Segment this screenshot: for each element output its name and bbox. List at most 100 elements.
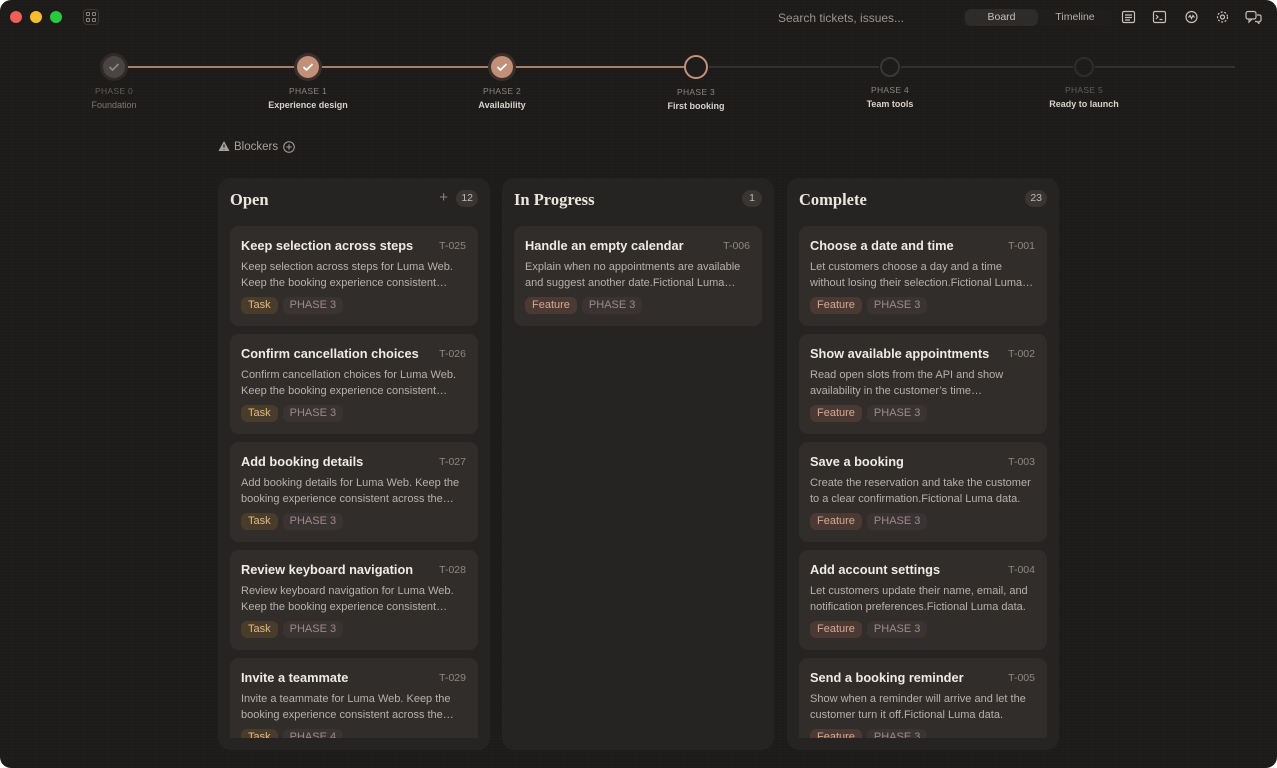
tab-timeline[interactable]: Timeline — [1040, 9, 1110, 26]
column-count-badge: 23 — [1025, 190, 1047, 207]
ticket-card[interactable]: Review keyboard navigation T-028 Review … — [230, 550, 478, 650]
card-list: Handle an empty calendar T-006 Explain w… — [514, 226, 762, 738]
search-input[interactable]: Search tickets, issues... — [778, 11, 904, 25]
terminal-icon[interactable] — [1152, 10, 1167, 24]
ticket-description: Let customers choose a day and a time wi… — [810, 261, 1023, 289]
chat-icon[interactable] — [1245, 10, 1262, 25]
ticket-description: Read open slots from the API and show av… — [810, 369, 1004, 397]
app-window: Search tickets, issues... Board Timeline — [0, 0, 1277, 768]
ticket-type-tag: Feature — [810, 621, 862, 638]
ticket-card[interactable]: Keep selection across steps T-025 Keep s… — [230, 226, 478, 326]
ticket-card[interactable]: Invite a teammate T-029 Invite a teammat… — [230, 658, 478, 738]
phase-stepper: PHASE 0 Foundation PHASE 1 Experience de… — [0, 50, 1277, 120]
ticket-id: T-027 — [439, 456, 466, 468]
check-icon — [103, 56, 125, 78]
ticket-phase-tag: PHASE 4 — [282, 729, 344, 738]
ticket-type-tag: Feature — [810, 729, 862, 738]
ticket-card[interactable]: Handle an empty calendar T-006 Explain w… — [514, 226, 762, 326]
current-phase-ring-icon — [684, 55, 708, 79]
phase-kicker: PHASE 4 — [870, 85, 909, 95]
column-count-badge: 1 — [742, 190, 762, 207]
check-icon — [297, 56, 319, 78]
phase-step-1[interactable]: PHASE 1 Experience design — [228, 50, 388, 110]
settings-icon[interactable] — [1215, 10, 1230, 24]
ticket-type-tag: Task — [241, 621, 278, 638]
ticket-title: Show available appointments — [810, 346, 990, 361]
ticket-id: T-006 — [723, 240, 750, 252]
notes-icon[interactable] — [1121, 10, 1136, 24]
phase-kicker: PHASE 2 — [482, 86, 521, 96]
ticket-card[interactable]: Add account settings T-004 Let customers… — [799, 550, 1047, 650]
phase-step-3[interactable]: PHASE 3 First booking — [616, 50, 776, 111]
ticket-card[interactable]: Choose a date and time T-001 Let custome… — [799, 226, 1047, 326]
ticket-id: T-026 — [439, 348, 466, 360]
ticket-title: Handle an empty calendar — [525, 238, 684, 253]
zoom-window-button[interactable] — [50, 11, 62, 23]
minimize-window-button[interactable] — [30, 11, 42, 23]
card-list: Choose a date and time T-001 Let custome… — [799, 226, 1047, 738]
add-ticket-icon[interactable]: + — [439, 189, 448, 206]
ticket-card[interactable]: Save a booking T-003 Create the reservat… — [799, 442, 1047, 542]
ticket-type-tag: Feature — [810, 513, 862, 530]
phase-step-4[interactable]: PHASE 4 Team tools — [810, 50, 970, 109]
tab-board[interactable]: Board — [965, 9, 1038, 26]
ticket-type-tag: Task — [241, 729, 278, 738]
ticket-type-tag: Task — [241, 513, 278, 530]
phase-step-5[interactable]: PHASE 5 Ready to launch — [1004, 50, 1164, 109]
ticket-card[interactable]: Confirm cancellation choices T-026 Confi… — [230, 334, 478, 434]
phase-kicker: PHASE 1 — [288, 86, 327, 96]
grid-icon[interactable] — [83, 9, 99, 25]
ticket-type-tag: Feature — [525, 297, 577, 314]
ticket-type-tag: Feature — [810, 405, 862, 422]
ticket-title: Keep selection across steps — [241, 238, 414, 253]
phase-name: Availability — [478, 100, 526, 110]
phase-kicker: PHASE 0 — [94, 86, 133, 96]
ticket-phase-tag: PHASE 3 — [866, 621, 928, 638]
ticket-phase-tag: PHASE 3 — [866, 297, 928, 314]
ticket-id: T-003 — [1008, 456, 1035, 468]
ticket-description: Review keyboard navigation for Luma Web.… — [241, 585, 454, 613]
ticket-id: T-001 — [1008, 240, 1035, 252]
ticket-phase-tag: PHASE 3 — [282, 405, 344, 422]
column-open: Open + 12 Keep selection across steps T-… — [218, 178, 490, 750]
card-list: Keep selection across steps T-025 Keep s… — [230, 226, 478, 738]
view-switcher: Board Timeline — [962, 9, 1112, 26]
ticket-phase-tag: PHASE 3 — [282, 297, 344, 314]
ticket-id: T-028 — [439, 564, 466, 576]
pending-phase-ring-icon — [1074, 57, 1094, 77]
ticket-phase-tag: PHASE 3 — [282, 621, 344, 638]
ticket-description: Invite a teammate for Luma Web. Keep the… — [241, 693, 451, 721]
ticket-card[interactable]: Show available appointments T-002 Read o… — [799, 334, 1047, 434]
warning-icon — [218, 140, 230, 155]
phase-kicker: PHASE 3 — [676, 87, 715, 97]
check-icon — [491, 56, 513, 78]
ticket-title: Save a booking — [810, 454, 904, 469]
phase-name: Team tools — [866, 99, 914, 109]
ticket-id: T-002 — [1008, 348, 1035, 360]
ticket-description: Confirm cancellation choices for Luma We… — [241, 369, 457, 397]
column-title: Open — [230, 190, 269, 209]
close-window-button[interactable] — [10, 11, 22, 23]
ticket-title: Invite a teammate — [241, 670, 349, 685]
ticket-description: Add booking details for Luma Web. Keep t… — [241, 477, 460, 505]
ticket-title: Choose a date and time — [810, 238, 954, 253]
phase-step-0[interactable]: PHASE 0 Foundation — [34, 50, 194, 110]
phase-step-2[interactable]: PHASE 2 Availability — [422, 50, 582, 110]
pending-phase-ring-icon — [880, 57, 900, 77]
ticket-card[interactable]: Add booking details T-027 Add booking de… — [230, 442, 478, 542]
ticket-description: Show when a reminder will arrive and let… — [810, 693, 1026, 721]
phase-name: Ready to launch — [1049, 99, 1119, 109]
ticket-phase-tag: PHASE 3 — [282, 513, 344, 530]
ticket-title: Add account settings — [810, 562, 941, 577]
ticket-card[interactable]: Send a booking reminder T-005 Show when … — [799, 658, 1047, 738]
ticket-title: Send a booking reminder — [810, 670, 964, 685]
add-blocker-icon[interactable] — [283, 141, 295, 153]
phase-name: Experience design — [268, 100, 348, 110]
ticket-phase-tag: PHASE 3 — [581, 297, 643, 314]
ticket-title: Confirm cancellation choices — [241, 346, 419, 361]
phase-kicker: PHASE 5 — [1064, 85, 1103, 95]
blockers-label: Blockers — [234, 141, 279, 153]
phase-name: First booking — [667, 101, 725, 111]
activity-icon[interactable] — [1184, 10, 1199, 24]
ticket-title: Review keyboard navigation — [241, 562, 414, 577]
